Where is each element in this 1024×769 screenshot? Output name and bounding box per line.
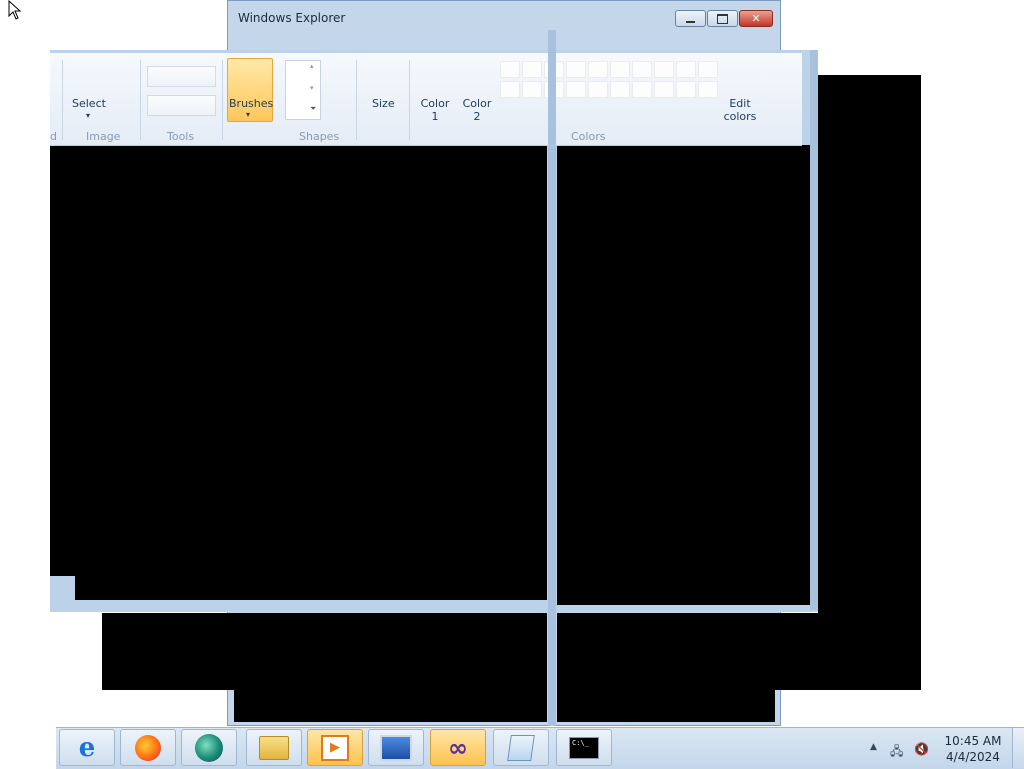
color1-button[interactable]: Color 1 [420, 97, 450, 123]
scroll-up-icon[interactable]: ▴ [310, 62, 314, 70]
color-swatch[interactable] [500, 61, 520, 78]
file-explorer-icon [259, 735, 289, 760]
pane-divider-overlay [548, 53, 556, 145]
color-swatch[interactable] [588, 81, 608, 98]
taskbar-file-explorer[interactable] [246, 729, 302, 766]
edit-colors-button[interactable]: Edit colors [722, 97, 758, 123]
gallery-expand-icon[interactable]: ⏷ [310, 104, 316, 114]
ribbon-separator [409, 60, 410, 140]
taskbar-media-player[interactable]: ▶ [307, 729, 363, 766]
taskbar-internet-explorer[interactable]: e [59, 729, 115, 766]
volume-muted-icon[interactable]: 🔇 [914, 742, 929, 756]
taskbar-app[interactable] [181, 729, 237, 766]
canvas-area-far-right [818, 75, 921, 690]
window-edge [810, 50, 818, 610]
brushes-dropdown-icon: ▾ [246, 110, 251, 119]
canvas-area-bottom-left [102, 613, 547, 690]
ribbon-separator [356, 60, 357, 140]
tools-row-bottom[interactable] [147, 95, 216, 116]
taskbar-firefox[interactable] [120, 729, 176, 766]
scroll-down-icon[interactable]: ▾ [310, 84, 314, 92]
size-button[interactable]: Size [372, 97, 395, 110]
tools-group-label: Tools [167, 130, 195, 143]
taskbar-visual-studio[interactable]: ∞ [430, 729, 486, 766]
visual-studio-icon: ∞ [448, 733, 468, 762]
color-swatch[interactable] [610, 81, 630, 98]
color-swatch[interactable] [676, 61, 696, 78]
image-group-label: Image [86, 130, 121, 143]
canvas-area-right [557, 145, 810, 605]
color-swatch[interactable] [698, 61, 718, 78]
firefox-icon [135, 734, 161, 761]
color-swatch[interactable] [654, 61, 674, 78]
color-swatch[interactable] [676, 81, 696, 98]
select-dropdown-icon[interactable]: ▾ [86, 111, 90, 120]
color2-label-line2: 2 [473, 110, 481, 123]
network-icon[interactable]: 🖧 [890, 742, 903, 763]
window-title: Windows Explorer [238, 11, 346, 25]
color-swatch[interactable] [654, 81, 674, 98]
color2-button[interactable]: Color 2 [462, 97, 492, 123]
color-swatch[interactable] [522, 61, 542, 78]
color-swatch[interactable] [522, 81, 542, 98]
color-swatch[interactable] [632, 61, 652, 78]
brushes-label: Brushes [229, 97, 274, 110]
clock-date: 4/4/2024 [946, 750, 1000, 764]
color-swatch[interactable] [632, 81, 652, 98]
canvas-area-left-lower [75, 576, 547, 600]
show-hidden-icons-icon[interactable]: ▲ [870, 742, 877, 752]
tools-row-top[interactable] [147, 66, 216, 87]
canvas-area-left [50, 145, 547, 576]
minimize-button[interactable] [675, 10, 706, 27]
color-swatch[interactable] [566, 61, 586, 78]
color-swatch[interactable] [500, 81, 520, 98]
color-swatch[interactable] [610, 61, 630, 78]
command-prompt-icon: C:\_ [569, 736, 599, 759]
minimize-icon [686, 20, 695, 23]
show-desktop-button[interactable] [1012, 728, 1024, 768]
canvas-area-bottom-right [557, 613, 921, 690]
color2-label-line1: Color [462, 97, 492, 110]
color1-label-line2: 1 [431, 110, 439, 123]
remote-desktop-icon [380, 734, 412, 761]
clock-time: 10:45 AM [944, 734, 1002, 748]
close-button[interactable]: ✕ [739, 10, 773, 27]
taskbar-notepad[interactable] [493, 729, 549, 766]
edit-colors-label-line2: colors [723, 110, 757, 123]
color-palette[interactable] [500, 61, 720, 101]
canvas-area-bottom-right-lower [557, 690, 775, 722]
ribbon-separator [62, 60, 63, 140]
color-swatch[interactable] [588, 61, 608, 78]
maximize-button[interactable] [707, 10, 738, 27]
taskbar-clock[interactable]: 10:45 AM 4/4/2024 [944, 733, 1002, 765]
mouse-cursor-icon [8, 0, 22, 20]
select-button[interactable]: Select [72, 97, 106, 110]
canvas-area-bottom-mid [234, 690, 547, 722]
app-icon [195, 733, 223, 762]
notepad-icon [507, 734, 535, 761]
internet-explorer-icon: e [78, 732, 96, 763]
maximize-icon [717, 13, 728, 24]
shapes-group-label: Shapes [299, 130, 340, 143]
taskbar-command-prompt[interactable]: C:\_ [556, 729, 612, 766]
taskbar-remote-desktop[interactable] [368, 729, 424, 766]
close-icon: ✕ [751, 12, 761, 25]
media-player-icon: ▶ [321, 734, 349, 761]
color1-label-line1: Color [420, 97, 450, 110]
partial-group-label: d [50, 130, 57, 143]
ribbon-separator [222, 60, 223, 140]
colors-group-label: Colors [571, 130, 606, 143]
color-swatch[interactable] [566, 81, 586, 98]
color-swatch[interactable] [698, 81, 718, 98]
edit-colors-label-line1: Edit [729, 97, 751, 110]
ribbon-separator [140, 60, 141, 140]
